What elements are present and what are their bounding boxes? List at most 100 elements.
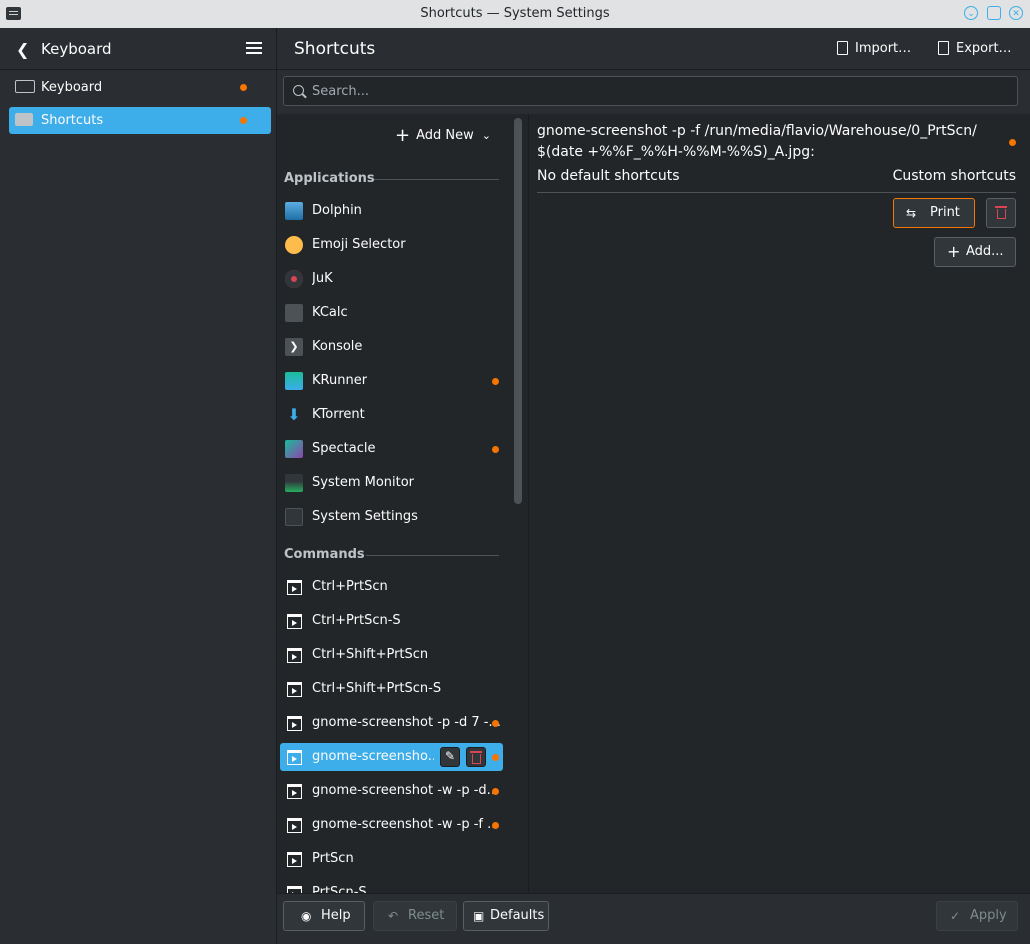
keyboard-icon [15, 80, 35, 93]
emoji-icon [285, 236, 303, 254]
sidebar-header: ❮ Keyboard [0, 28, 276, 70]
chevron-down-icon: ⌄ [481, 129, 491, 142]
system-monitor-icon [285, 474, 303, 492]
list-item-dolphin[interactable]: Dolphin [280, 197, 503, 225]
modified-indicator [492, 720, 499, 727]
section-divider [366, 555, 499, 556]
sidebar-item-shortcuts[interactable]: Shortcuts [9, 107, 271, 134]
export-button[interactable]: Export… [938, 38, 1012, 60]
list-scrollbar[interactable] [514, 118, 522, 504]
sidebar-item-label: Keyboard [41, 80, 103, 95]
document-icon: ▣ [473, 909, 485, 923]
delete-command-button[interactable] [466, 747, 486, 767]
default-shortcuts-label: No default shortcuts [537, 168, 680, 184]
section-heading-commands: Commands [284, 547, 365, 562]
undo-icon: ↶ [388, 909, 399, 923]
search-input[interactable] [310, 83, 1004, 100]
section-heading-applications: Applications [284, 171, 375, 186]
plus-icon: + [947, 242, 961, 261]
search-field[interactable] [283, 76, 1018, 106]
system-settings-icon [285, 508, 303, 526]
list-item-command[interactable]: Ctrl+PrtScn [280, 573, 503, 601]
list-item-command[interactable]: PrtScn [280, 845, 503, 873]
trash-icon [995, 206, 1007, 219]
import-button[interactable]: Import… [837, 38, 911, 60]
remove-shortcut-button[interactable] [986, 198, 1016, 228]
help-button[interactable]: ◉ Help [283, 901, 365, 931]
list-item-command[interactable]: Ctrl+Shift+PrtScn [280, 641, 503, 669]
command-icon [287, 716, 302, 731]
list-item-command-selected[interactable]: gnome-screensho... ✎ [280, 743, 503, 771]
list-item-krunner[interactable]: KRunner [280, 367, 503, 395]
hamburger-menu-icon[interactable] [246, 42, 262, 54]
command-icon [287, 614, 302, 629]
list-item-system-settings[interactable]: System Settings [280, 503, 503, 531]
checkmark-icon: ✓ [950, 909, 961, 923]
close-icon[interactable]: ✕ [1009, 6, 1023, 20]
back-arrow-icon[interactable]: ❮ [16, 40, 29, 59]
dolphin-icon [285, 202, 303, 220]
export-icon [938, 41, 949, 55]
ktorrent-icon: ⬇ [287, 405, 301, 424]
apply-button[interactable]: ✓ Apply [936, 901, 1018, 931]
list-item-command[interactable]: Ctrl+Shift+PrtScn-S [280, 675, 503, 703]
list-item-kcalc[interactable]: KCalc [280, 299, 503, 327]
list-item-ktorrent[interactable]: ⬇ KTorrent [280, 401, 503, 429]
window-titlebar: Shortcuts — System Settings ⌄ ✕ [0, 0, 1030, 28]
window-title: Shortcuts — System Settings [420, 6, 610, 21]
trash-icon [470, 751, 482, 764]
sidebar-title: Keyboard [41, 40, 112, 58]
pencil-icon: ✎ [445, 749, 456, 763]
defaults-button[interactable]: ▣ Defaults [463, 901, 549, 931]
list-item-juk[interactable]: JuK [280, 265, 503, 293]
command-icon [287, 886, 302, 893]
help-icon: ◉ [301, 909, 312, 923]
section-divider [374, 179, 499, 180]
edit-command-button[interactable]: ✎ [440, 747, 460, 767]
page-title: Shortcuts [294, 39, 376, 59]
list-item-command[interactable]: gnome-screenshot -w -p -d... [280, 777, 503, 805]
sidebar-item-keyboard[interactable]: Keyboard [9, 74, 271, 101]
page-header: Shortcuts Import… Export… [277, 28, 1030, 70]
command-icon [287, 750, 302, 765]
modified-indicator [492, 822, 499, 829]
spectacle-icon [285, 440, 303, 458]
import-icon [837, 41, 848, 55]
list-item-system-monitor[interactable]: System Monitor [280, 469, 503, 497]
minimize-icon[interactable]: ⌄ [964, 6, 978, 20]
modified-indicator [492, 378, 499, 385]
list-item-command[interactable]: PrtScn-S [280, 879, 503, 893]
sidebar [0, 28, 276, 942]
sidebar-item-label: Shortcuts [41, 113, 104, 128]
konsole-icon: ❯ [285, 338, 303, 356]
list-item-emoji-selector[interactable]: Emoji Selector [280, 231, 503, 259]
krunner-icon [285, 372, 303, 390]
list-item-command[interactable]: gnome-screenshot -p -d 7 -... [280, 709, 503, 737]
reset-button[interactable]: ↶ Reset [373, 901, 457, 931]
modified-indicator [240, 117, 247, 124]
juk-icon [285, 270, 303, 288]
command-icon [287, 580, 302, 595]
add-shortcut-button[interactable]: + Add... [934, 237, 1016, 267]
configure-icon: ⇆ [906, 206, 917, 220]
shortcut-key-button[interactable]: ⇆ Print [893, 198, 975, 228]
list-item-spectacle[interactable]: Spectacle [280, 435, 503, 463]
command-icon [287, 818, 302, 833]
list-item-command[interactable]: Ctrl+PrtScn-S [280, 607, 503, 635]
search-icon [293, 85, 304, 96]
modified-indicator [492, 788, 499, 795]
modified-indicator [492, 754, 499, 761]
maximize-icon[interactable] [987, 6, 1001, 20]
kcalc-icon [285, 304, 303, 322]
shortcut-detail-panel [529, 114, 1030, 893]
command-icon [287, 682, 302, 697]
add-new-button[interactable]: + Add New ⌄ [395, 126, 491, 148]
command-text: gnome-screenshot -p -f /run/media/flavio… [537, 123, 977, 160]
command-icon [287, 648, 302, 663]
footer-bar: ◉ Help ↶ Reset ▣ Defaults ✓ Apply [277, 893, 1030, 944]
plus-icon: + [395, 125, 411, 146]
list-item-konsole[interactable]: ❯ Konsole [280, 333, 503, 361]
detail-divider [537, 192, 1016, 193]
list-item-command[interactable]: gnome-screenshot -w -p -f ... [280, 811, 503, 839]
modified-indicator [1009, 139, 1016, 146]
